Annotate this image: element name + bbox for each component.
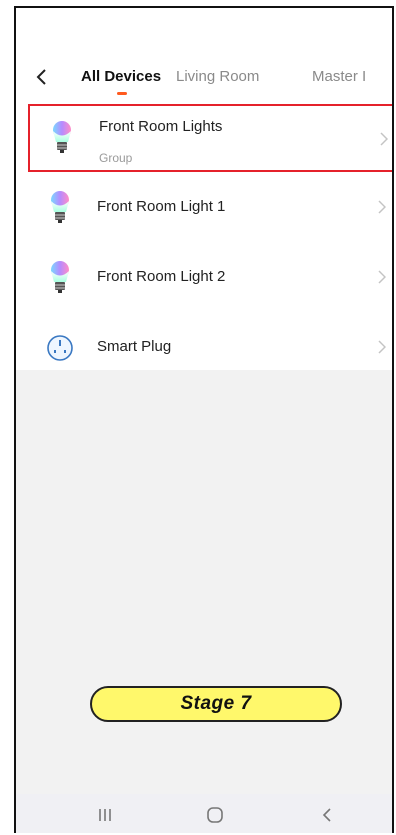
active-tab-indicator: [117, 92, 127, 95]
back-icon: [322, 808, 331, 822]
tab-all-devices[interactable]: All Devices: [81, 68, 161, 85]
room-tab-bar: All Devices Living Room Master I: [16, 60, 392, 100]
chevron-right-icon: [378, 340, 386, 354]
device-name: Front Room Light 1: [97, 198, 226, 215]
device-subtitle: Group: [99, 151, 133, 165]
phone-screen: All Devices Living Room Master I Front R…: [14, 6, 394, 833]
device-row-smart-plug[interactable]: Smart Plug: [16, 314, 392, 382]
smart-plug-icon: [47, 335, 73, 361]
device-row-front-room-light-1[interactable]: Front Room Light 1: [16, 174, 392, 242]
device-list-area: All Devices Living Room Master I Front R…: [16, 8, 392, 370]
tab-master[interactable]: Master I: [312, 68, 366, 85]
recent-apps-button[interactable]: [90, 804, 120, 826]
chevron-left-icon: [36, 69, 46, 85]
home-icon: [207, 807, 223, 823]
chevron-right-icon: [378, 200, 386, 214]
chevron-right-icon: [380, 132, 388, 146]
tab-living-room[interactable]: Living Room: [176, 68, 259, 85]
device-name: Front Room Light 2: [97, 268, 226, 285]
stage-label: Stage 7: [90, 686, 342, 722]
back-button[interactable]: [30, 64, 52, 90]
system-nav-bar: [16, 794, 392, 833]
device-name: Smart Plug: [97, 338, 172, 355]
light-bulb-icon: [51, 191, 69, 223]
device-row-front-room-lights[interactable]: Front Room Lights Group: [28, 104, 392, 172]
device-row-front-room-light-2[interactable]: Front Room Light 2: [16, 244, 392, 312]
light-bulb-icon: [51, 261, 69, 293]
light-bulb-icon: [53, 121, 71, 153]
chevron-right-icon: [378, 270, 386, 284]
system-back-button[interactable]: [312, 804, 342, 826]
home-button[interactable]: [200, 804, 230, 826]
recent-apps-icon: [99, 809, 111, 821]
device-name: Front Room Lights: [99, 118, 223, 135]
